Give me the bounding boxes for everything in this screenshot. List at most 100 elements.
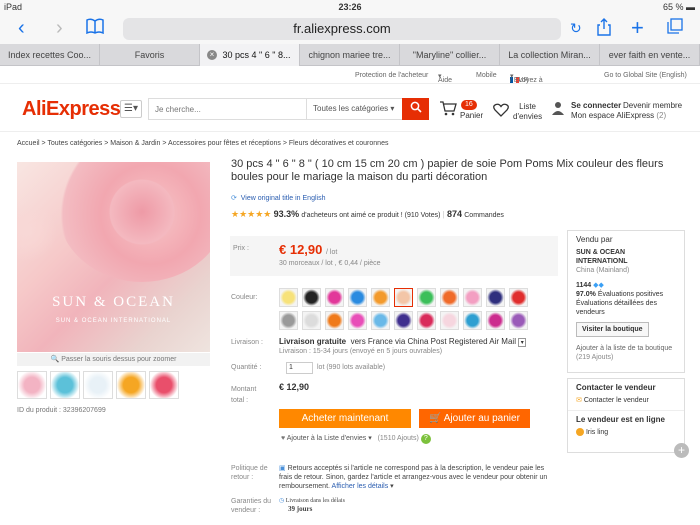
new-tab-icon[interactable]: + [631, 17, 644, 39]
thumbnail-1[interactable] [17, 371, 47, 399]
add-to-wishlist[interactable]: ♥ Ajouter à la Liste d'envies ▾ (1510 Aj… [281, 434, 431, 444]
tab-strip: Index recettes Coo... Favoris × 30 pcs 4… [0, 44, 700, 66]
diamond-icon: ◆◆ [593, 282, 604, 289]
price-box: Prix : € 12,90 / lot 30 morceaux / lot ,… [230, 236, 558, 276]
color-swatch[interactable] [302, 311, 321, 330]
wishlist-link[interactable]: Liste d'envies [513, 102, 542, 122]
color-swatch[interactable] [509, 288, 528, 307]
color-swatch[interactable] [440, 288, 459, 307]
cart-label[interactable]: Panier [460, 111, 483, 121]
mobile-link[interactable]: Mobile [476, 72, 497, 79]
aliexpress-logo[interactable]: AliExpress [22, 98, 121, 121]
product-id: ID du produit : 32396207699 [17, 407, 106, 414]
global-site-link[interactable]: Go to Global Site (English) [604, 72, 687, 79]
return-icon: ▣ [279, 465, 286, 472]
categories-menu-button[interactable]: ☰▾ [120, 100, 142, 118]
color-swatch[interactable] [417, 288, 436, 307]
color-swatch[interactable] [486, 311, 505, 330]
detailed-ratings[interactable]: Évaluations détaillées des vendeurs [576, 299, 676, 317]
expand-plus-icon[interactable]: + [674, 443, 689, 458]
address-bar[interactable]: fr.aliexpress.com [123, 18, 561, 40]
site-header: AliExpress ☰▾ Toutes les catégories ▾ 16… [0, 86, 700, 132]
color-swatch[interactable] [348, 288, 367, 307]
color-swatch[interactable] [463, 288, 482, 307]
color-swatch[interactable] [348, 311, 367, 330]
view-original-title-link[interactable]: ⟳ View original title in English [231, 194, 325, 202]
color-swatch[interactable] [302, 288, 321, 307]
ship-to-selector[interactable]: Envoyez à / EUR ▾ [510, 72, 543, 84]
tabs-overview-icon[interactable] [667, 18, 683, 38]
add-to-cart-button[interactable]: 🛒 Ajouter au panier [419, 409, 530, 428]
thumbnail-5[interactable] [149, 371, 179, 399]
returns-details-link[interactable]: Afficher les détails [332, 483, 389, 490]
back-icon[interactable]: ‹ [18, 18, 25, 38]
thumbnail-3[interactable] [83, 371, 113, 399]
my-account-link[interactable]: Mon espace AliExpress (2) [571, 111, 666, 121]
watermark-brand-sub: SUN & OCEAN INTERNATIONAL [55, 318, 172, 324]
heart-icon[interactable] [493, 103, 509, 120]
tab-current-product[interactable]: × 30 pcs 4 " 6 " 8... [200, 44, 300, 66]
seller-location: China (Mainland) [576, 267, 630, 274]
color-swatch[interactable] [279, 288, 298, 307]
add-store-favorites[interactable]: Ajouter à la liste de ta boutique [576, 344, 676, 353]
cart-button[interactable] [439, 100, 457, 119]
color-swatch[interactable] [463, 311, 482, 330]
buy-now-button[interactable]: Acheter maintenant [279, 409, 411, 428]
contact-seller-link[interactable]: ✉ Contacter le vendeur [568, 396, 684, 404]
color-swatch[interactable] [440, 311, 459, 330]
contact-box: Contacter le vendeur ✉ Contacter le vend… [567, 378, 685, 453]
search-input[interactable] [149, 99, 304, 120]
color-swatch[interactable] [394, 288, 413, 307]
color-swatch[interactable] [417, 311, 436, 330]
color-swatch[interactable] [325, 288, 344, 307]
battery-indicator: 65 % ▬ [662, 2, 695, 12]
signin-link[interactable]: Se connecter [571, 101, 621, 111]
quantity-input[interactable]: 1 [286, 362, 313, 374]
visit-store-button[interactable]: Visiter la boutique [576, 322, 649, 337]
store-favorites-count: (219 Ajouts) [576, 354, 614, 361]
chat-icon [576, 428, 584, 436]
reload-icon[interactable]: ↻ [570, 18, 582, 38]
color-swatch[interactable] [394, 311, 413, 330]
breadcrumb[interactable]: Accueil > Toutes catégories > Maison & J… [17, 140, 388, 147]
shipping-dropdown-icon[interactable]: ▾ [518, 338, 527, 347]
search-button[interactable] [402, 98, 429, 120]
color-label: Couleur: [231, 294, 258, 301]
buyer-protection-link[interactable]: Protection de l'acheteur [355, 72, 428, 79]
clock: 23:26 [338, 2, 362, 12]
browser-toolbar: ‹ › fr.aliexpress.com ↻ + [0, 14, 700, 44]
online-agent[interactable]: Iris ling [568, 428, 684, 436]
category-select[interactable]: Toutes les catégories ▾ [306, 99, 402, 119]
seller-name[interactable]: SUN & OCEAN INTERNATIONL [576, 248, 676, 266]
search-box: Toutes les catégories ▾ [148, 98, 402, 120]
cart-count-badge: 16 [461, 100, 477, 110]
color-swatch[interactable] [509, 311, 528, 330]
bookmarks-icon[interactable] [86, 18, 104, 40]
color-swatch[interactable] [371, 311, 390, 330]
product-title: 30 pcs 4 " 6 " 8 " ( 10 cm 15 cm 20 cm )… [231, 158, 664, 183]
returns-policy: ▣ Retours acceptés si l'article ne corre… [279, 465, 548, 490]
thumbnail-4[interactable] [116, 371, 146, 399]
help-menu[interactable]: Aide ▾ [438, 72, 452, 84]
rating-text: d'acheteurs ont aimé ce produit ! (910 V… [301, 212, 441, 219]
close-tab-icon[interactable]: × [207, 50, 217, 60]
forward-icon[interactable]: › [56, 18, 63, 38]
tab-index-recettes[interactable]: Index recettes Coo... [0, 44, 100, 66]
product-main-image[interactable]: SUN & OCEAN SUN & OCEAN INTERNATIONAL [17, 162, 210, 352]
thumbnail-2[interactable] [50, 371, 80, 399]
color-swatch[interactable] [486, 288, 505, 307]
quantity-available: lot (990 lots available) [317, 364, 386, 371]
color-swatch[interactable] [325, 311, 344, 330]
site-top-strip: Protection de l'acheteur Aide ▾ Mobile E… [0, 67, 700, 84]
tab-chignon[interactable]: chignon mariee tre... [300, 44, 400, 66]
tab-maryline[interactable]: "Maryline" collier... [400, 44, 500, 66]
orders-count: 874 [446, 209, 463, 219]
register-link[interactable]: Devenir membre [623, 101, 682, 111]
tab-favoris[interactable]: Favoris [100, 44, 200, 66]
color-swatch[interactable] [371, 288, 390, 307]
tab-ever-faith[interactable]: ever faith en vente... [600, 44, 700, 66]
share-icon[interactable] [597, 18, 611, 40]
color-swatch[interactable] [279, 311, 298, 330]
returns-label: Politique de retour : [231, 465, 268, 481]
tab-collection[interactable]: La collection Miran... [500, 44, 600, 66]
